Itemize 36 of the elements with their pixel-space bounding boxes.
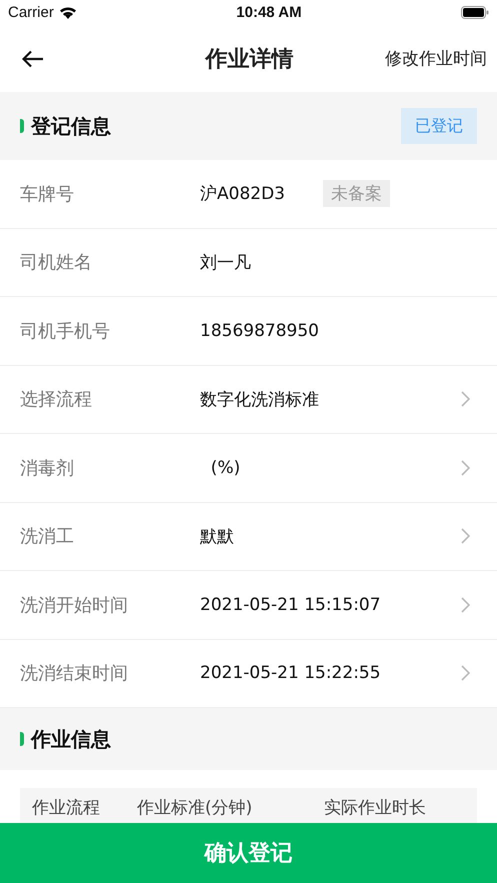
field-label: 洗消结束时间 xyxy=(20,662,129,686)
section-title: 作业信息 xyxy=(31,726,111,752)
field-label: 洗消开始时间 xyxy=(20,594,129,617)
field-label: 消毒剂 xyxy=(20,456,75,480)
field-value: (%) xyxy=(210,458,240,478)
field-label: 司机姓名 xyxy=(20,251,93,274)
field-label: 司机手机号 xyxy=(20,320,111,343)
status-tag: 未备案 xyxy=(322,180,390,208)
carrier-label: Carrier xyxy=(8,4,54,21)
field-value: 刘一凡 xyxy=(200,252,251,274)
back-arrow-icon xyxy=(22,50,44,68)
wifi-icon xyxy=(58,6,77,19)
status-time: 10:48 AM xyxy=(236,4,302,21)
field-value: 2021-05-21 15:22:55 xyxy=(200,663,381,684)
field-label: 选择流程 xyxy=(20,388,93,412)
field-value: 默默 xyxy=(200,526,234,548)
form-row[interactable]: 消毒剂 (%) xyxy=(0,434,497,502)
section-marker-icon xyxy=(20,119,24,133)
status-badge: 已登记 xyxy=(401,108,477,144)
battery-icon xyxy=(461,6,489,19)
column-header: 作业标准(分钟) xyxy=(137,797,252,819)
field-value: 2021-05-21 15:15:07 xyxy=(200,594,381,615)
field-label: 洗消工 xyxy=(20,525,75,548)
edit-time-button[interactable]: 修改作业时间 xyxy=(359,47,487,70)
column-header: 实际作业时长 xyxy=(324,797,426,819)
page-title: 作业详情 xyxy=(204,46,294,74)
section-title: 登记信息 xyxy=(31,112,111,140)
column-header: 作业流程 xyxy=(32,797,100,819)
form-row[interactable]: 选择流程 数字化洗消标准 xyxy=(0,366,497,434)
field-value: 数字化洗消标准 xyxy=(200,388,319,411)
field-value: 沪A082D3 xyxy=(200,183,285,206)
form-row[interactable]: 洗消工 默默 xyxy=(0,502,497,571)
field-label: 车牌号 xyxy=(20,182,75,206)
form-row[interactable]: 洗消开始时间 2021-05-21 15:15:07 xyxy=(0,571,497,640)
field-value: 18569878950 xyxy=(200,320,319,341)
section-marker-icon xyxy=(20,732,24,746)
